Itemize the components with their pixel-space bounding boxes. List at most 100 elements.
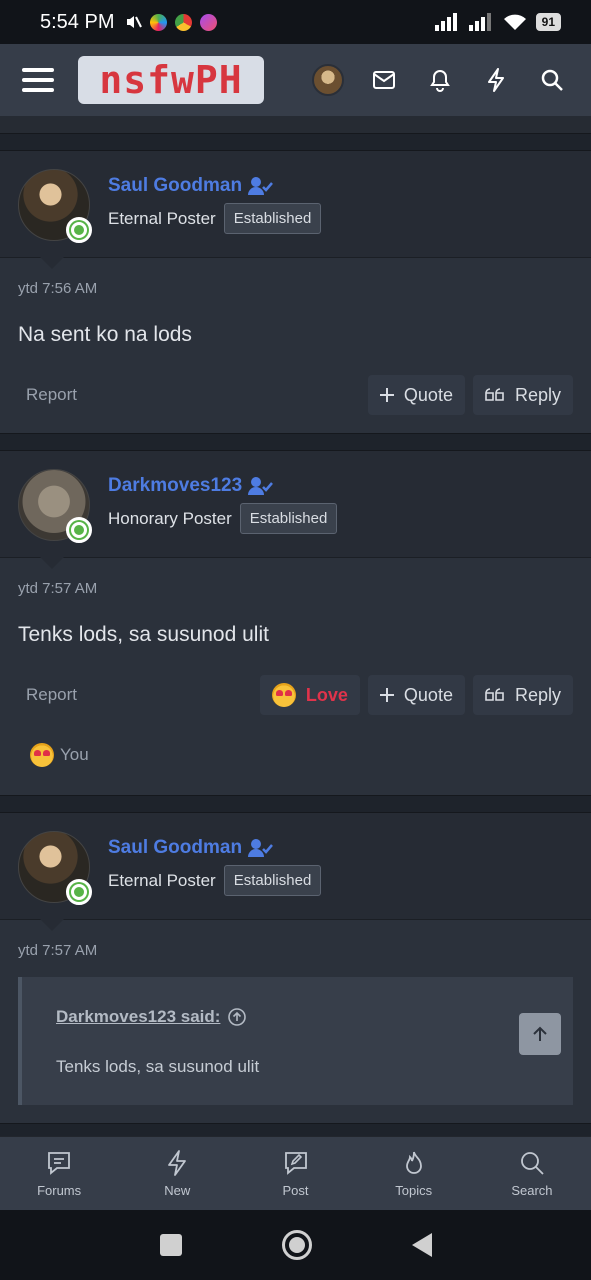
edit-bubble-icon: [284, 1152, 307, 1175]
thread-content: Saul Goodman Eternal Poster Established …: [0, 116, 591, 1136]
nav-label: Search: [511, 1183, 553, 1198]
menu-icon[interactable]: [22, 68, 54, 92]
quote-marks-icon: [485, 688, 504, 701]
inbox-icon[interactable]: [367, 63, 401, 97]
online-status-icon: [66, 879, 92, 905]
avatar: [312, 64, 344, 96]
reaction-user: You: [60, 745, 89, 764]
post: Saul Goodman Eternal Poster Established …: [0, 150, 591, 434]
user-title: Eternal Poster: [108, 208, 216, 228]
header-pointer: [40, 257, 64, 269]
search-icon: [521, 1152, 544, 1175]
top-navigation: nsfwPH: [0, 44, 591, 116]
fire-icon: [405, 1151, 422, 1174]
report-link[interactable]: Report: [26, 685, 77, 705]
author-avatar[interactable]: [18, 169, 92, 243]
nav-label: New: [164, 1183, 191, 1198]
post-header: Darkmoves123 Honorary Poster Established: [0, 451, 591, 569]
nav-search[interactable]: Search: [473, 1137, 591, 1210]
header-pointer: [40, 557, 64, 569]
recent-apps-button[interactable]: [159, 1234, 182, 1256]
home-button[interactable]: [281, 1230, 312, 1260]
app-notification-icon: [150, 13, 168, 31]
plus-icon: [379, 688, 394, 702]
back-button[interactable]: [411, 1233, 432, 1257]
plus-icon: [379, 388, 394, 402]
nav-new[interactable]: New: [118, 1137, 236, 1210]
quote-author-link[interactable]: Darkmoves123 said:: [56, 1007, 539, 1027]
search-icon[interactable]: [535, 63, 569, 97]
system-navigation: [0, 1210, 591, 1280]
heart-eyes-emoji-icon: [30, 743, 54, 767]
post-date[interactable]: ytd 7:57 AM: [18, 580, 573, 597]
battery-indicator: 91: [535, 13, 561, 31]
arrow-up-icon: [533, 1026, 547, 1041]
quote-button[interactable]: Quote: [367, 375, 465, 415]
user-title: Eternal Poster: [108, 870, 216, 890]
author-name[interactable]: Saul Goodman: [108, 837, 242, 859]
post-date[interactable]: ytd 7:57 AM: [18, 942, 573, 959]
quote-label: Quote: [403, 684, 453, 705]
site-logo[interactable]: nsfwPH: [78, 56, 264, 104]
chrome-icon: [175, 13, 193, 31]
post-header: Saul Goodman Eternal Poster Established: [0, 151, 591, 269]
reactions-summary[interactable]: You: [30, 743, 573, 767]
reply-label: Reply: [514, 684, 561, 705]
post-date[interactable]: ytd 7:56 AM: [18, 280, 573, 297]
nav-forums[interactable]: Forums: [0, 1137, 118, 1210]
quote-marks-icon: [485, 388, 504, 401]
nav-topics[interactable]: Topics: [355, 1137, 473, 1210]
user-title: Honorary Poster: [108, 508, 232, 528]
post: Saul Goodman Eternal Poster Established …: [0, 812, 591, 1124]
quote-text: Tenks lods, sa susunod ulit: [56, 1057, 260, 1076]
reply-button[interactable]: Reply: [472, 375, 573, 415]
quote-label: Quote: [403, 384, 453, 405]
signal-icon: [434, 13, 457, 31]
post-header: Saul Goodman Eternal Poster Established: [0, 813, 591, 931]
header-pointer: [40, 919, 64, 931]
report-link[interactable]: Report: [26, 385, 77, 405]
nav-label: Topics: [395, 1183, 433, 1198]
quote-author: Darkmoves123 said:: [56, 1007, 221, 1026]
quote-button[interactable]: Quote: [367, 675, 465, 715]
online-status-icon: [66, 217, 92, 243]
author-name[interactable]: Darkmoves123: [108, 475, 242, 497]
notification-icons: [124, 13, 218, 31]
signal-2-icon: [468, 13, 491, 31]
messenger-icon: [200, 13, 218, 31]
user-badge: Established: [223, 865, 322, 896]
post: Darkmoves123 Honorary Poster Established…: [0, 450, 591, 796]
bolt-icon: [168, 1150, 187, 1176]
chat-bubble-icon: [48, 1152, 70, 1175]
verified-user-icon: [248, 839, 274, 857]
arrow-up-circle-icon[interactable]: [228, 1008, 247, 1026]
status-time: 5:54 PM: [40, 10, 115, 33]
user-badge: Established: [239, 503, 338, 534]
heart-eyes-emoji-icon: [271, 683, 296, 707]
nav-label: Post: [282, 1183, 309, 1198]
scroll-to-top-button[interactable]: [519, 1013, 561, 1055]
wifi-icon: [503, 14, 526, 30]
author-name[interactable]: Saul Goodman: [108, 175, 242, 197]
verified-user-icon: [248, 477, 274, 495]
user-badge: Established: [223, 203, 322, 234]
author-avatar[interactable]: [18, 831, 92, 905]
online-status-icon: [66, 517, 92, 543]
nav-label: Forums: [37, 1183, 82, 1198]
bottom-navigation: Forums New Post Topics Search: [0, 1136, 591, 1210]
post-message: Tenks lods, sa susunod ulit: [18, 623, 269, 646]
reply-button[interactable]: Reply: [472, 675, 573, 715]
quoted-message: Darkmoves123 said: Tenks lods, sa susuno…: [18, 977, 573, 1105]
love-label: Love: [305, 684, 348, 705]
author-avatar[interactable]: [18, 469, 92, 543]
post-message: Na sent ko na lods: [18, 323, 192, 346]
nav-post[interactable]: Post: [236, 1137, 354, 1210]
reply-label: Reply: [514, 384, 561, 405]
bolt-icon[interactable]: [479, 63, 513, 97]
love-reaction-button[interactable]: Love: [259, 675, 360, 715]
user-avatar-button[interactable]: [311, 63, 345, 97]
status-bar: 5:54 PM 91: [0, 0, 591, 44]
divider: [0, 116, 591, 134]
bell-icon[interactable]: [423, 63, 457, 97]
mute-icon: [127, 16, 143, 28]
